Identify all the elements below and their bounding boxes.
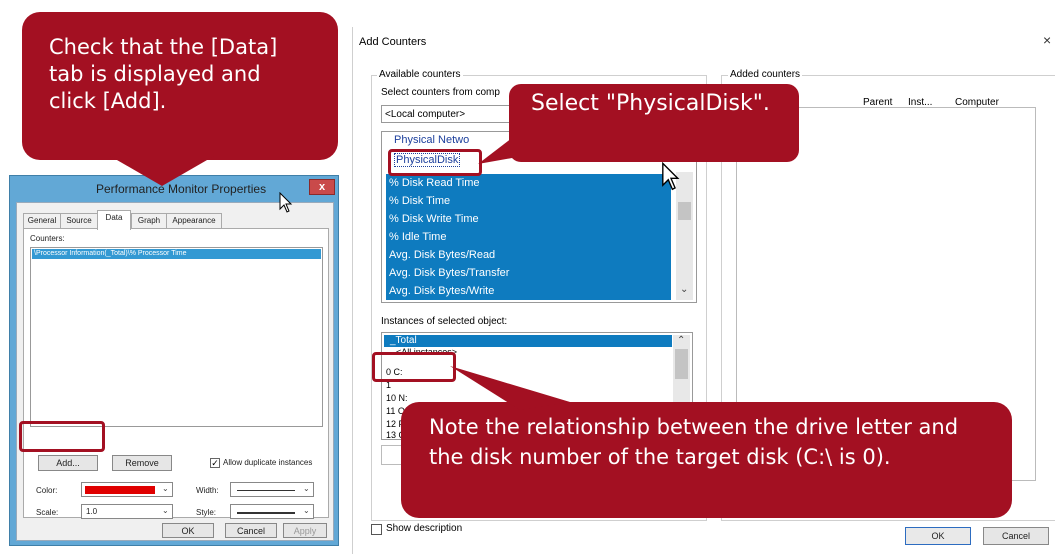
- instance-item[interactable]: _Total: [384, 335, 672, 347]
- instance-item[interactable]: 10 N:: [386, 393, 408, 403]
- chevron-up-icon[interactable]: ⌃: [677, 335, 685, 346]
- scale-value: 1.0: [86, 507, 98, 516]
- callout-text: Note the relationship between the drive …: [429, 415, 959, 469]
- cursor-icon: [279, 192, 293, 213]
- tab-general[interactable]: General: [23, 213, 61, 229]
- callout-text: Check that the [Data] tab is displayed a…: [49, 35, 278, 113]
- chevron-down-icon: ⌄: [303, 506, 310, 515]
- color-swatch: [85, 486, 155, 494]
- chevron-down-icon: ⌄: [162, 506, 169, 515]
- line-style-sample: [237, 512, 295, 514]
- cancel-button[interactable]: Cancel: [225, 523, 277, 538]
- counter-item[interactable]: % Disk Write Time: [386, 210, 671, 228]
- width-select[interactable]: ⌄: [230, 482, 314, 497]
- color-label: Color:: [36, 486, 58, 495]
- chevron-down-icon[interactable]: ⌄: [680, 284, 688, 295]
- scrollbar-thumb[interactable]: [675, 349, 688, 379]
- cancel-button[interactable]: Cancel: [983, 527, 1049, 545]
- callout-data-tab: Check that the [Data] tab is displayed a…: [22, 12, 338, 160]
- instances-label: Instances of selected object:: [381, 316, 508, 327]
- allow-duplicates-checkbox[interactable]: ✓: [210, 458, 220, 468]
- tab-source[interactable]: Source: [60, 213, 98, 229]
- color-select[interactable]: ⌄: [81, 482, 173, 497]
- chevron-down-icon: ⌄: [303, 484, 310, 493]
- counter-item[interactable]: Avg. Disk Bytes/Write: [386, 282, 671, 300]
- added-counters-label: Added counters: [728, 69, 803, 80]
- chevron-down-icon: ⌄: [162, 484, 169, 493]
- callout-pointer: [110, 156, 214, 186]
- add-button-highlight: [19, 421, 105, 452]
- performance-monitor-properties-dialog: Performance Monitor Properties x General…: [9, 175, 339, 546]
- dialog-title: Add Counters: [359, 36, 427, 48]
- style-label: Style:: [196, 508, 217, 517]
- callout-pointer: [478, 138, 512, 164]
- counters-label: Counters:: [30, 234, 65, 243]
- show-description-checkbox[interactable]: [371, 524, 382, 535]
- show-description-label: Show description: [386, 523, 463, 534]
- data-tab-panel: Counters: \Processor Information(_Total)…: [23, 228, 329, 519]
- ok-button[interactable]: OK: [162, 523, 214, 538]
- scale-select[interactable]: 1.0 ⌄: [81, 504, 173, 519]
- add-button[interactable]: Add...: [38, 455, 98, 471]
- apply-button[interactable]: Apply: [283, 523, 327, 538]
- counter-item[interactable]: % Disk Read Time: [386, 174, 671, 192]
- instance-highlight: [372, 352, 456, 382]
- cursor-icon: [662, 162, 680, 191]
- callout-physicaldisk: Select "PhysicalDisk".: [509, 84, 799, 162]
- callout-pointer: [450, 366, 570, 410]
- counter-item[interactable]: % Idle Time: [386, 228, 671, 246]
- object-item-physical-network[interactable]: Physical Netwo: [394, 134, 469, 146]
- counter-item[interactable]: \Processor Information(_Total)\% Process…: [32, 249, 321, 259]
- available-counters-label: Available counters: [377, 69, 463, 80]
- physicaldisk-highlight: [388, 149, 482, 176]
- line-width-sample: [237, 490, 295, 491]
- allow-duplicates-label: Allow duplicate instances: [223, 458, 313, 467]
- close-button[interactable]: x: [309, 179, 335, 195]
- ok-button[interactable]: OK: [905, 527, 971, 545]
- counter-item[interactable]: Avg. Disk Bytes/Read: [386, 246, 671, 264]
- style-select[interactable]: ⌄: [230, 504, 314, 519]
- scale-label: Scale:: [36, 508, 59, 517]
- select-from-label: Select counters from comp: [381, 87, 500, 98]
- close-icon[interactable]: ×: [1043, 32, 1051, 48]
- computer-value: <Local computer>: [385, 109, 466, 120]
- counter-item[interactable]: % Disk Time: [386, 192, 671, 210]
- tab-appearance[interactable]: Appearance: [166, 213, 222, 229]
- dialog-body: General Source Data Graph Appearance Cou…: [16, 202, 334, 541]
- width-label: Width:: [196, 486, 219, 495]
- callout-note: Note the relationship between the drive …: [401, 402, 1012, 518]
- callout-text: Select "PhysicalDisk".: [531, 91, 770, 116]
- remove-button[interactable]: Remove: [112, 455, 172, 471]
- scrollbar-thumb[interactable]: [678, 202, 691, 220]
- tab-data[interactable]: Data: [97, 210, 131, 230]
- counter-item[interactable]: Avg. Disk Bytes/Transfer: [386, 264, 671, 282]
- tab-graph[interactable]: Graph: [131, 213, 167, 229]
- counters-list[interactable]: \Processor Information(_Total)\% Process…: [30, 247, 323, 427]
